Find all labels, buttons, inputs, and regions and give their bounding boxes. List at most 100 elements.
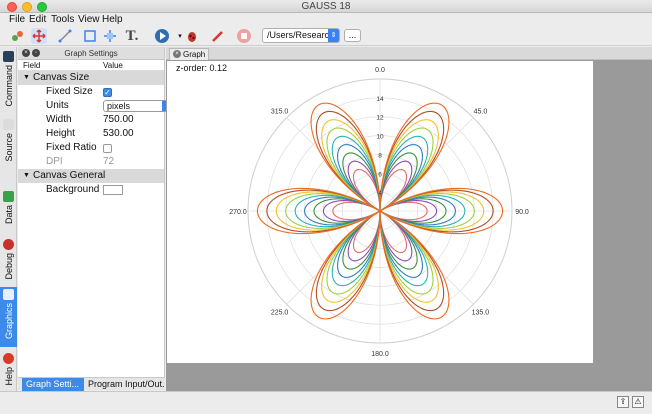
rectangle-tool-button[interactable] — [82, 28, 98, 44]
background-color-swatch[interactable] — [103, 185, 123, 195]
property-column-headers: Field Value — [18, 60, 164, 71]
export-button[interactable]: ⇪ — [617, 396, 629, 408]
property-fixed-size: Fixed Size ✓ — [46, 86, 112, 97]
working-directory-select[interactable]: /Users/Research ⇕ — [262, 28, 340, 43]
menu-tools[interactable]: Tools — [51, 14, 74, 25]
chevron-down-icon: ▾ — [178, 33, 182, 40]
document-tab-bar: × Graph 1 — [166, 47, 652, 70]
browse-directory-button[interactable]: ... — [344, 29, 361, 42]
radial-tick-label: 14 — [376, 96, 384, 103]
dpi-field: 72 — [103, 156, 115, 167]
warning-icon: ⚠ — [634, 397, 642, 406]
graph-canvas[interactable]: z-order: 0.12 0.0 45.0 90.0 135.0 180.0 225.0… — [167, 61, 593, 363]
angle-tick-label: 0.0 — [375, 67, 385, 74]
tab-graphics[interactable]: Graphics — [0, 287, 17, 347]
property-background: Background — [18, 183, 164, 197]
text-tool-button[interactable]: T. — [124, 28, 140, 44]
draw-tool-button[interactable] — [210, 28, 226, 44]
polar-chart: 0.0 45.0 90.0 135.0 180.0 225.0 270.0 315.0 4 6 8 1… — [229, 67, 529, 358]
menu-bar: File Edit Tools View Help — [0, 13, 652, 26]
working-directory-value: /Users/Research — [267, 30, 335, 40]
property-dpi: DPI 72 — [46, 156, 115, 167]
group-canvas-size[interactable]: ▼ Canvas Size — [18, 71, 164, 85]
fixed-size-checkbox[interactable]: ✓ — [103, 88, 112, 97]
window-title: GAUSS 18 — [301, 1, 351, 12]
tab-source[interactable]: Source — [0, 117, 17, 197]
ellipse-icon — [104, 30, 116, 42]
chart-icon — [3, 289, 14, 300]
radial-tick-label: 10 — [376, 134, 384, 141]
move-icon — [32, 29, 46, 43]
line-tool-button[interactable] — [57, 28, 73, 44]
close-icon: × — [24, 50, 28, 56]
export-icon: ⇪ — [619, 397, 627, 406]
warning-button[interactable]: ⚠ — [632, 396, 644, 408]
group-canvas-general[interactable]: ▼ Canvas General — [18, 169, 164, 183]
pencil-icon — [212, 31, 223, 42]
lifebuoy-icon — [3, 353, 14, 364]
bug-icon — [3, 239, 14, 250]
ellipse-tool-button[interactable] — [102, 28, 118, 44]
property-height: Height 530.00 — [46, 127, 134, 141]
angle-tick-label: 90.0 — [515, 209, 529, 216]
angle-tick-label: 45.0 — [474, 109, 488, 116]
graph-icon — [12, 31, 23, 41]
property-units: Units pixels ⇕ — [18, 99, 173, 113]
document-icon — [3, 119, 14, 130]
float-icon: ◦ — [34, 50, 38, 56]
angle-tick-label: 180.0 — [371, 351, 389, 358]
fixed-ratio-checkbox[interactable] — [103, 144, 112, 153]
rectangle-icon — [84, 30, 96, 42]
stop-button[interactable] — [236, 28, 252, 44]
menu-view[interactable]: View — [78, 14, 100, 25]
tab-help[interactable]: Help — [0, 351, 17, 391]
menu-help[interactable]: Help — [102, 14, 123, 25]
units-select[interactable]: pixels ⇕ — [103, 100, 173, 112]
height-field[interactable]: 530.00 — [103, 127, 134, 141]
move-tool-button[interactable] — [31, 28, 47, 44]
column-header-field: Field — [23, 61, 41, 70]
side-tab-bar: Command Source Data Debug Graphics Help — [0, 47, 17, 391]
property-width: Width 750.00 — [46, 113, 134, 127]
angle-tick-label: 315.0 — [271, 109, 289, 116]
radial-tick-label: 12 — [376, 115, 384, 122]
width-field[interactable]: 750.00 — [103, 113, 134, 127]
title-bar: GAUSS 18 — [0, 0, 652, 13]
expand-triangle-icon: ▼ — [23, 172, 30, 179]
property-fixed-ratio: Fixed Ratio — [18, 141, 164, 155]
bug-icon — [188, 32, 196, 42]
stop-icon — [237, 29, 251, 43]
panel-header: × ◦ Graph Settings — [18, 47, 164, 60]
tab-graph-1[interactable]: × Graph 1 — [169, 48, 209, 70]
tab-debug[interactable]: Debug — [0, 237, 17, 287]
angle-tick-label: 270.0 — [229, 209, 247, 216]
tab-graph-settings[interactable]: Graph Setti... — [22, 378, 84, 391]
panel-float-button[interactable]: ◦ — [32, 49, 40, 57]
panel-tab-bar: Graph Setti... Program Input/Out... — [18, 377, 165, 391]
units-value: pixels — [107, 101, 131, 111]
radial-tick-label: 8 — [378, 152, 382, 159]
expand-triangle-icon: ▼ — [23, 74, 30, 81]
chevron-updown-icon: ⇕ — [328, 29, 339, 42]
menu-file[interactable]: File — [9, 14, 25, 25]
new-graph-button[interactable] — [9, 28, 25, 44]
run-button[interactable] — [154, 28, 170, 44]
play-icon — [155, 29, 169, 43]
tab-command[interactable]: Command — [0, 49, 17, 113]
document-area: × Graph 1 z-order: 0.12 0.045.090.0135.0… — [166, 47, 652, 391]
debug-button[interactable] — [184, 28, 200, 44]
status-bar: ⇪ ⚠ — [0, 391, 652, 414]
line-icon — [58, 29, 72, 43]
panel-close-button[interactable]: × — [22, 49, 30, 57]
radial-tick-label: 6 — [378, 171, 382, 178]
close-icon[interactable]: × — [173, 50, 181, 58]
menu-edit[interactable]: Edit — [29, 14, 46, 25]
terminal-icon — [3, 51, 14, 62]
tab-program-input-output[interactable]: Program Input/Out... — [84, 378, 165, 391]
column-header-value: Value — [103, 61, 123, 70]
angle-tick-label: 225.0 — [271, 309, 289, 316]
angle-tick-label: 135.0 — [472, 309, 490, 316]
spreadsheet-icon — [3, 191, 14, 202]
toolbar: T. ▾ /Users/Research ⇕ ... — [0, 26, 652, 46]
graph-settings-panel: × ◦ Graph Settings Field Value ▼ Canvas … — [18, 47, 173, 391]
